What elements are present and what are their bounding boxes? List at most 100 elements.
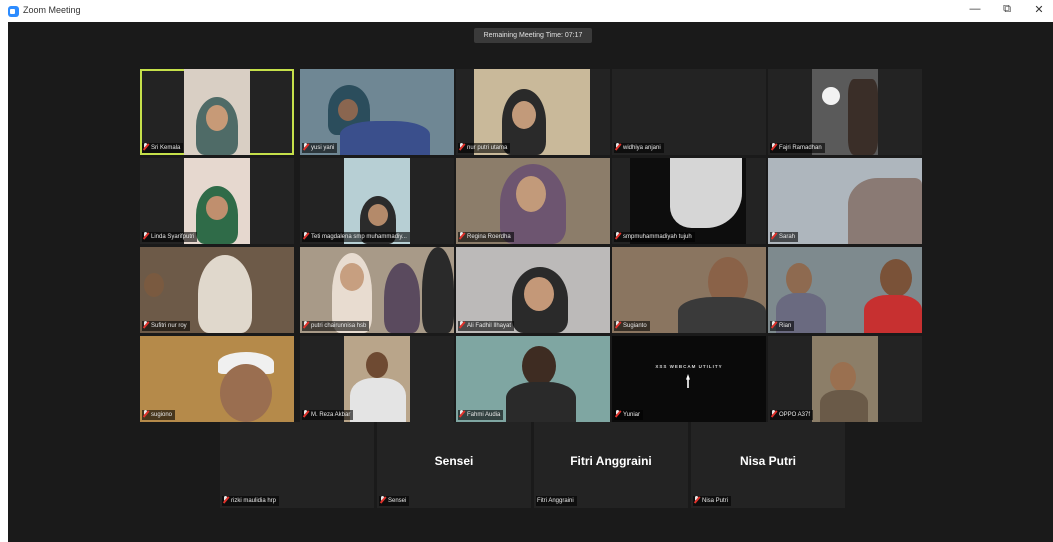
participant-name-tag: smpmuhammadiyah tujuh: [614, 232, 695, 242]
muted-mic-icon: [694, 496, 699, 503]
muted-mic-icon: [459, 321, 464, 328]
participant-tile[interactable]: Sugianto: [612, 247, 766, 333]
participant-tile[interactable]: XSS WEBCAM UTILITY Yuniar: [612, 336, 766, 422]
participant-name: yusi yani: [311, 145, 335, 151]
participant-tile[interactable]: M. Reza Akbar: [300, 336, 454, 422]
participant-video: [184, 69, 250, 155]
participant-display-name: Sensei: [434, 454, 474, 468]
muted-mic-icon: [380, 496, 385, 503]
participant-name: Teti magdalena smp muhammadiy...: [311, 234, 407, 240]
participant-tile[interactable]: widhiya anjani: [612, 69, 766, 155]
participant-tile[interactable]: Teti magdalena smp muhammadiy...: [300, 158, 454, 244]
participant-tile[interactable]: Ali Fadhil Ilhayat: [456, 247, 610, 333]
participant-name-tag: Yuniar: [614, 410, 644, 420]
participant-name: Regina Roerdha: [467, 234, 511, 240]
webcam-utility-text: XSS WEBCAM UTILITY: [655, 364, 723, 369]
restore-button[interactable]: ⧉: [998, 3, 1016, 16]
participant-name-tag: M. Reza Akbar: [302, 410, 354, 420]
participant-name-tag: yusi yani: [302, 143, 338, 153]
participant-name-tag: Rian: [770, 321, 795, 331]
participant-tile[interactable]: Sarah: [768, 158, 922, 244]
window-title: Zoom Meeting: [23, 5, 81, 15]
participant-tile[interactable]: Sri Kemala: [140, 69, 294, 155]
participant-name-tag: Sarah: [770, 232, 799, 242]
participant-name: Sri Kemala: [151, 145, 181, 151]
minimize-button[interactable]: —: [966, 3, 984, 15]
muted-mic-icon: [615, 143, 620, 150]
muted-mic-icon: [615, 410, 620, 417]
participant-tile[interactable]: yusi yani: [300, 69, 454, 155]
close-button[interactable]: ✕: [1030, 3, 1048, 16]
participant-name: Nisa Putri: [702, 498, 729, 504]
participant-name-tag: Sensei: [379, 496, 410, 506]
remaining-meeting-time: Remaining Meeting Time: 07:17: [474, 28, 592, 43]
participant-name: putri chairunnisa hsb: [311, 323, 367, 329]
participant-tile[interactable]: sugiono: [140, 336, 294, 422]
participant-name-tag: Linda Syarifputri: [142, 232, 198, 242]
participant-name: Sensei: [388, 498, 407, 504]
muted-mic-icon: [771, 143, 776, 150]
participant-name-tag: Fahmi Audia: [458, 410, 504, 420]
muted-mic-icon: [771, 321, 776, 328]
participant-tile[interactable]: putri chairunnisa hsb: [300, 247, 454, 333]
participant-name-tag: rizki maulidia hrp: [222, 496, 280, 506]
zoom-logo-icon: [8, 6, 19, 17]
participant-name-tag: Ali Fadhil Ilhayat: [458, 321, 515, 331]
muted-mic-icon: [303, 232, 308, 239]
participant-tile[interactable]: smpmuhammadiyah tujuh: [612, 158, 766, 244]
participant-name: smpmuhammadiyah tujuh: [623, 234, 692, 240]
participant-tile[interactable]: Fajri Ramadhan: [768, 69, 922, 155]
muted-mic-icon: [771, 410, 776, 417]
participant-tile[interactable]: rizki maulidia hrp: [220, 422, 374, 508]
participant-name-tag: Nisa Putri: [693, 496, 732, 506]
muted-mic-icon: [143, 232, 148, 239]
participant-name-tag: putri chairunnisa hsb: [302, 321, 370, 331]
participant-name: Sarah: [779, 234, 796, 240]
participant-name: M. Reza Akbar: [311, 412, 351, 418]
participant-name-tag: nur putri utama: [458, 143, 511, 153]
participant-name: Fajri Ramadhan: [779, 145, 822, 151]
participant-tile[interactable]: Fitri Anggraini Fitri Anggraini: [534, 422, 688, 508]
participant-name: Ali Fadhil Ilhayat: [467, 323, 512, 329]
participant-video: [344, 336, 410, 422]
participant-tile[interactable]: Regina Roerdha: [456, 158, 610, 244]
participant-name-tag: OPPO A37f: [770, 410, 814, 420]
muted-mic-icon: [615, 232, 620, 239]
muted-mic-icon: [615, 321, 620, 328]
muted-mic-icon: [143, 321, 148, 328]
participant-name: Sufitri nur roy: [151, 323, 187, 329]
participant-name: sugiono: [151, 412, 173, 418]
participant-name: Yuniar: [623, 412, 641, 418]
muted-mic-icon: [459, 232, 464, 239]
muted-mic-icon: [223, 496, 228, 503]
participant-name-tag: Sugianto: [614, 321, 650, 331]
participant-tile[interactable]: Rian: [768, 247, 922, 333]
participant-name-tag: Fajri Ramadhan: [770, 143, 825, 153]
participant-tile[interactable]: Sufitri nur roy: [140, 247, 294, 333]
participant-tile[interactable]: Sensei Sensei: [377, 422, 531, 508]
participant-tile[interactable]: OPPO A37f: [768, 336, 922, 422]
participant-name: widhiya anjani: [623, 145, 661, 151]
participant-name: Fahmi Audia: [467, 412, 501, 418]
participant-name: nur putri utama: [467, 145, 508, 151]
participant-display-name: Fitri Anggraini: [570, 454, 652, 468]
muted-mic-icon: [459, 143, 464, 150]
muted-mic-icon: [143, 143, 148, 150]
muted-mic-icon: [303, 143, 308, 150]
participant-name-tag: Sufitri nur roy: [142, 321, 190, 331]
participant-tile[interactable]: Nisa Putri Nisa Putri: [691, 422, 845, 508]
participant-name: rizki maulidia hrp: [231, 498, 277, 504]
participant-name: Sugianto: [623, 323, 647, 329]
muted-mic-icon: [771, 232, 776, 239]
participant-video: [812, 336, 878, 422]
participant-name: Rian: [779, 323, 792, 329]
participant-name: Linda Syarifputri: [151, 234, 195, 240]
participant-tile[interactable]: Fahmi Audia: [456, 336, 610, 422]
participant-name: Fitri Anggraini: [537, 498, 574, 504]
muted-mic-icon: [143, 410, 148, 417]
participant-tile[interactable]: nur putri utama: [456, 69, 610, 155]
participant-name-tag: Regina Roerdha: [458, 232, 514, 242]
participant-tile[interactable]: Linda Syarifputri: [140, 158, 294, 244]
participant-name-tag: Fitri Anggraini: [536, 496, 577, 506]
participant-name-tag: Teti magdalena smp muhammadiy...: [302, 232, 410, 242]
